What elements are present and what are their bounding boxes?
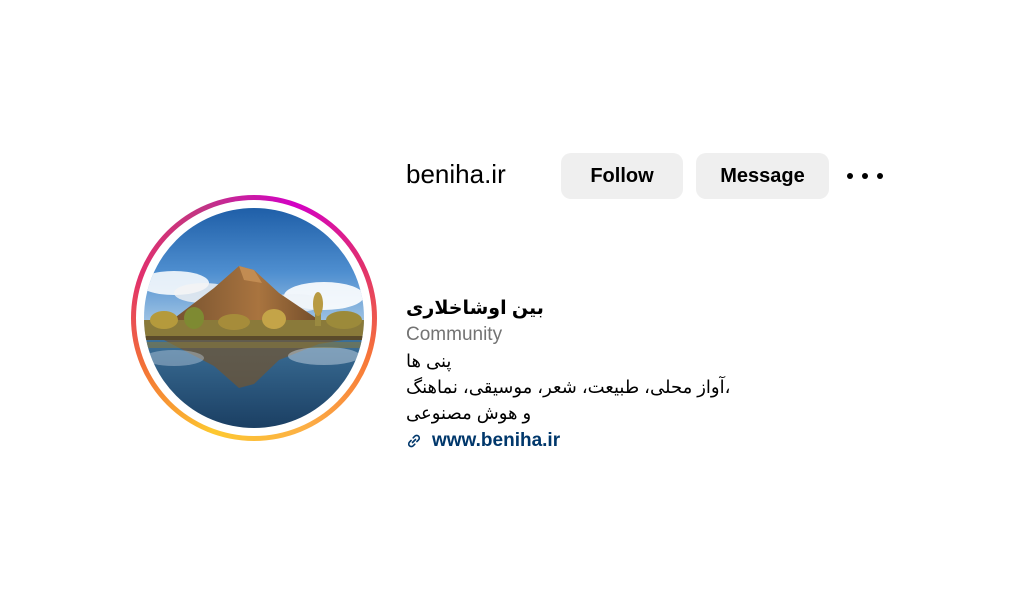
- more-horizontal-icon[interactable]: [847, 164, 883, 188]
- bio-link-row: www.beniha.ir: [406, 428, 826, 454]
- bio-line: و هوش مصنوعی: [406, 403, 532, 423]
- message-button[interactable]: Message: [696, 153, 829, 199]
- follow-button[interactable]: Follow: [561, 153, 683, 199]
- bio-line: ،آواز محلی، طبیعت، شعر، موسیقی، نماهنگ: [406, 377, 731, 397]
- more-dot: [847, 173, 853, 179]
- profile-username: beniha.ir: [406, 159, 506, 189]
- bio-line: پنی ها: [406, 351, 452, 371]
- profile-full-name: بین اوشاخلاری: [406, 298, 544, 319]
- link-icon: [406, 433, 422, 449]
- profile-page: beniha.ir Follow Message بین اوشاخلاری C…: [0, 0, 1009, 615]
- avatar-landscape-image: [144, 208, 364, 428]
- profile-category: Community: [406, 324, 503, 345]
- profile-bio: بین اوشاخلاری Community پنی ها ،آواز محل…: [406, 296, 826, 454]
- avatar[interactable]: [144, 208, 364, 428]
- more-dot: [877, 173, 883, 179]
- more-dot: [862, 173, 868, 179]
- story-ring[interactable]: [131, 195, 377, 441]
- bio-website-link[interactable]: www.beniha.ir: [432, 428, 560, 454]
